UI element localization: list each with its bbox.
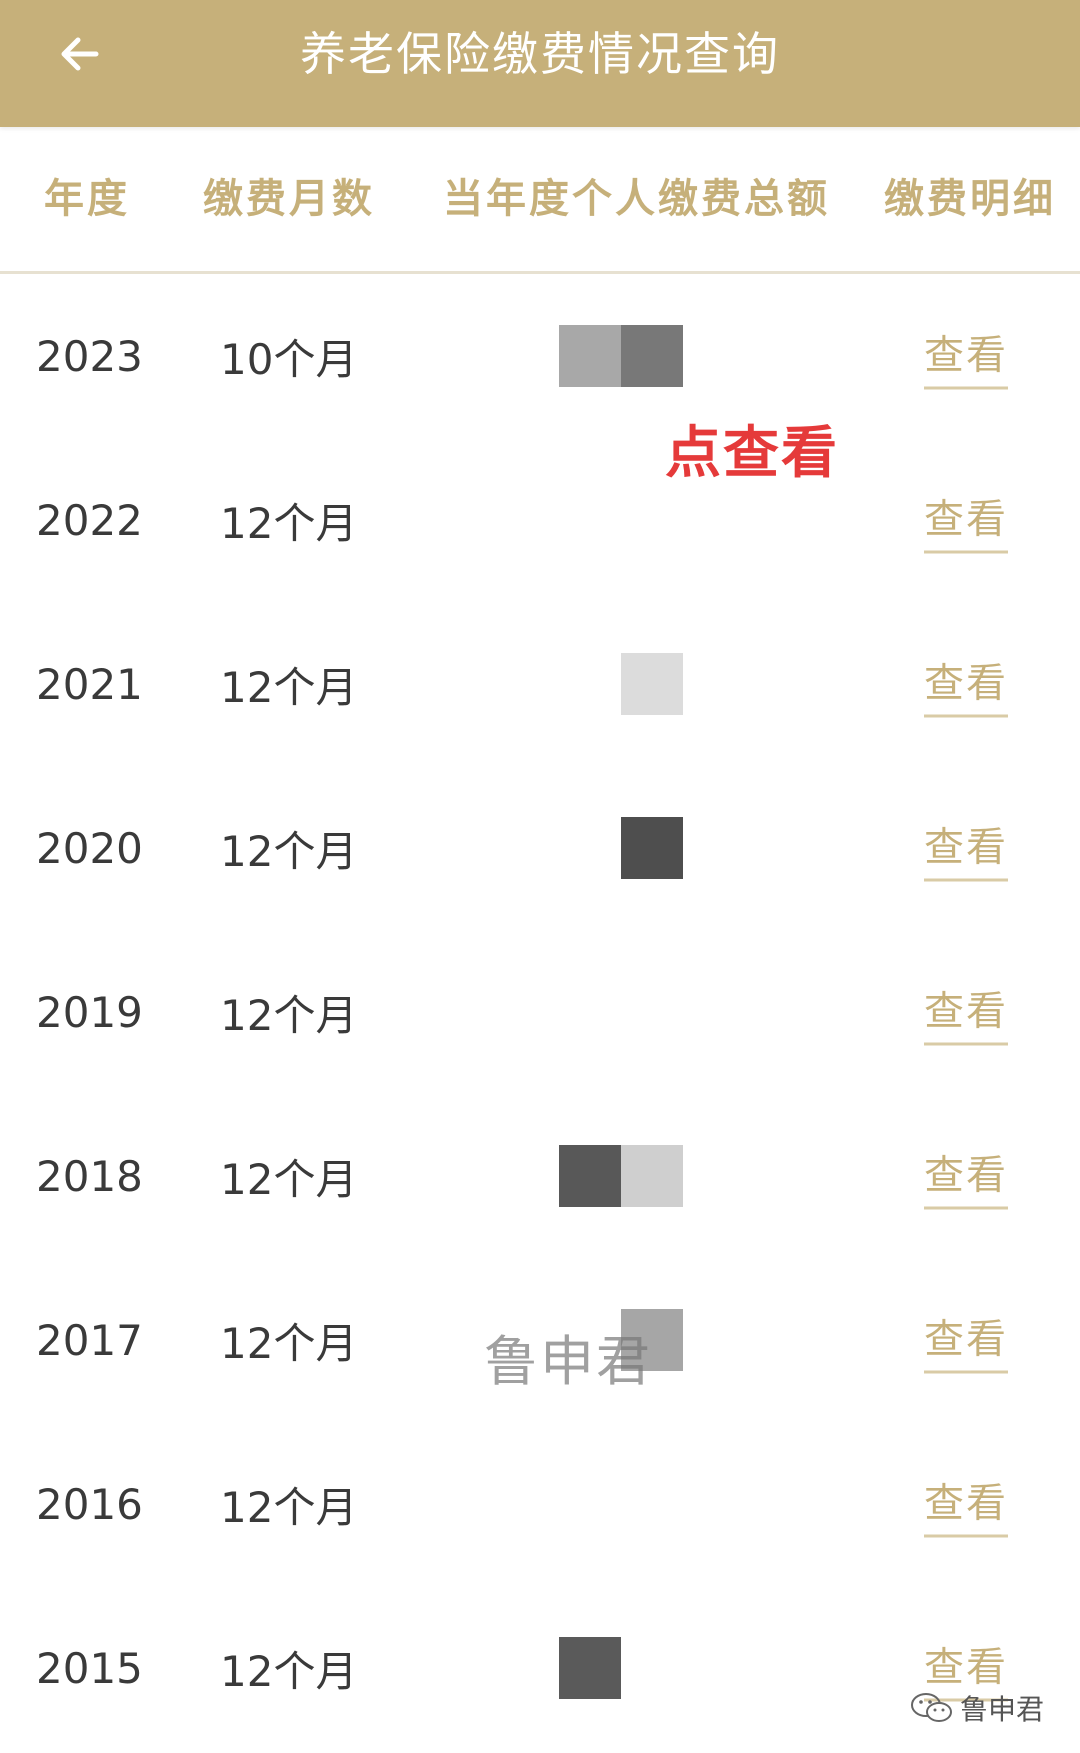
amount-cell-redacted [559,325,683,387]
redaction-block [559,1473,621,1535]
months-cell: 12个月 [220,662,358,712]
amount-cell-redacted [559,1473,683,1535]
column-header-details: 缴费明细 [884,176,1056,222]
months-cell: 10个月 [220,334,358,384]
table-row: 2021 12个月 查看 [0,602,1080,766]
redaction-block [621,1473,683,1535]
year-cell: 2017 [36,1315,143,1365]
redaction-block [559,325,621,387]
view-details-link[interactable]: 查看 [924,1471,1008,1538]
redaction-block [621,1145,683,1207]
redaction-block [621,817,683,879]
redaction-block [559,981,621,1043]
column-header-year: 年度 [44,176,130,222]
column-header-months: 缴费月数 [203,176,375,222]
table-row: 2020 12个月 查看 [0,766,1080,930]
months-cell: 12个月 [220,1646,358,1696]
redaction-block [559,653,621,715]
months-cell: 12个月 [220,498,358,548]
column-header-total-amount: 当年度个人缴费总额 [443,176,830,222]
amount-cell-redacted [559,1145,683,1207]
year-cell: 2019 [36,987,143,1037]
top-app-bar: 养老保险缴费情况查询 [0,0,1080,127]
year-cell: 2023 [36,331,143,381]
amount-cell-redacted [559,981,683,1043]
redaction-block [621,1637,683,1699]
redaction-block [559,489,621,551]
table-row: 2018 12个月 查看 [0,1094,1080,1258]
table-row: 2022 12个月 查看 [0,438,1080,602]
redaction-block [621,653,683,715]
view-details-link[interactable]: 查看 [924,651,1008,718]
table-row: 2023 10个月 查看 [0,274,1080,438]
annotation-text: 点查看 [665,421,839,486]
view-details-link[interactable]: 查看 [924,1143,1008,1210]
redaction-block [559,817,621,879]
months-cell: 12个月 [220,1482,358,1532]
page-title: 养老保险缴费情况查询 [300,27,780,81]
year-cell: 2018 [36,1151,143,1201]
redaction-block [621,981,683,1043]
redaction-block [621,325,683,387]
footer-watermark: 鲁申君 [910,1688,1044,1728]
table-row: 2019 12个月 查看 [0,930,1080,1094]
view-details-link[interactable]: 查看 [924,1307,1008,1374]
view-details-link[interactable]: 查看 [924,815,1008,882]
months-cell: 12个月 [220,1318,358,1368]
amount-cell-redacted [559,1637,683,1699]
view-details-link[interactable]: 查看 [924,323,1008,390]
year-cell: 2020 [36,823,143,873]
months-cell: 12个月 [220,1154,358,1204]
redaction-block [621,489,683,551]
redaction-block [559,1145,621,1207]
view-details-link[interactable]: 查看 [924,979,1008,1046]
wechat-icon [910,1693,952,1722]
amount-cell-redacted [559,817,683,879]
table-row: 2016 12个月 查看 [0,1422,1080,1586]
redaction-block [559,1637,621,1699]
year-cell: 2021 [36,659,143,709]
watermark-text: 鲁申君 [484,1330,652,1393]
year-cell: 2022 [36,495,143,545]
months-cell: 12个月 [220,990,358,1040]
amount-cell-redacted [559,489,683,551]
year-cell: 2015 [36,1643,143,1693]
footer-watermark-text: 鲁申君 [959,1693,1044,1726]
year-cell: 2016 [36,1479,143,1529]
months-cell: 12个月 [220,826,358,876]
amount-cell-redacted [559,653,683,715]
table-header: 年度 缴费月数 当年度个人缴费总额 缴费明细 [0,127,1080,274]
view-details-link[interactable]: 查看 [924,487,1008,554]
